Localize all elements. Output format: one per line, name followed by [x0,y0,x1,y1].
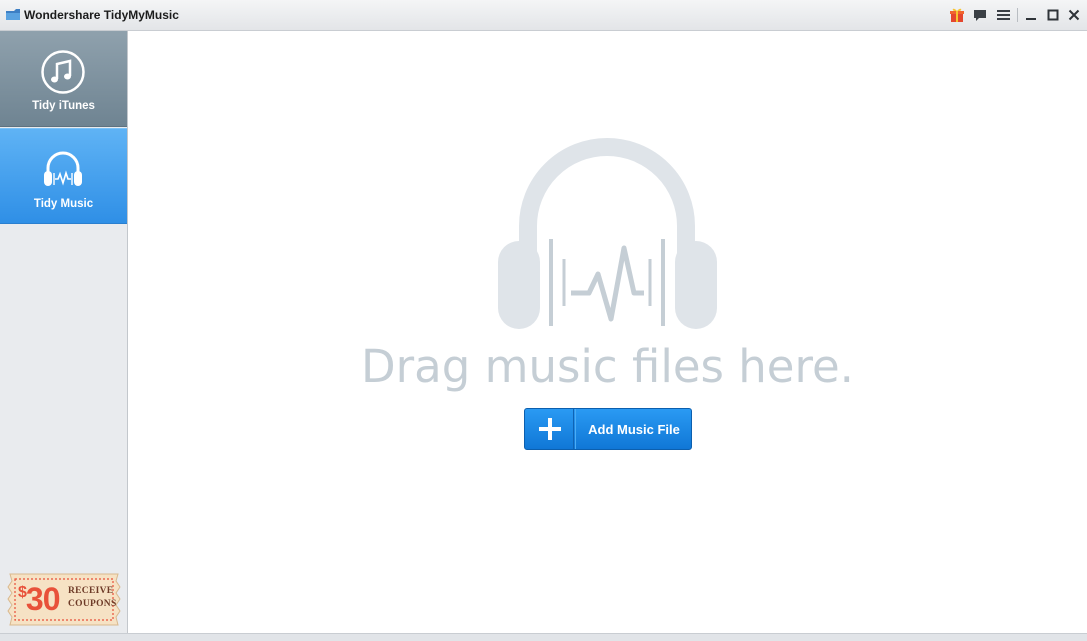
coupon-line1: RECEIVE [68,586,114,596]
menu-icon[interactable] [994,6,1012,24]
sidebar-item-label: Tidy iTunes [32,100,95,112]
sidebar-item-label: Tidy Music [33,198,94,210]
sidebar-item-tidy-itunes[interactable]: Tidy iTunes [0,31,127,127]
coupon-line2: COUPONS [68,599,117,609]
coupon-banner[interactable]: $30 RECEIVE COUPONS [6,571,122,628]
feedback-icon[interactable] [971,6,989,24]
sidebar-item-tidy-music[interactable]: Tidy Music [0,128,127,224]
window-title: Wondershare TidyMyMusic [24,8,179,22]
drop-zone[interactable]: Drag music files here. Add Music File [128,31,1087,633]
headphones-icon [44,151,82,186]
music-note-icon [41,50,85,94]
coupon-amount: $30 [18,581,60,617]
add-music-file-label: Add Music File [588,422,680,437]
drop-instruction: Drag music files here. [361,340,854,393]
app-window: Wondershare TidyMyMusic Tidy iTunes Tidy… [0,0,1087,641]
app-logo-icon [6,9,20,20]
maximize-icon[interactable] [1044,6,1062,24]
title-bar: Wondershare TidyMyMusic [0,0,1087,31]
add-music-file-button[interactable]: Add Music File [524,408,692,450]
headphones-placeholder-icon [498,138,717,329]
gift-icon[interactable] [948,6,966,24]
status-bar [0,633,1087,641]
titlebar-separator [1017,8,1018,22]
close-icon[interactable] [1065,6,1083,24]
sidebar: Tidy iTunes Tidy Music $30 RECEIVE COUPO… [0,31,128,633]
minimize-icon[interactable] [1022,6,1040,24]
plus-icon [525,409,574,449]
